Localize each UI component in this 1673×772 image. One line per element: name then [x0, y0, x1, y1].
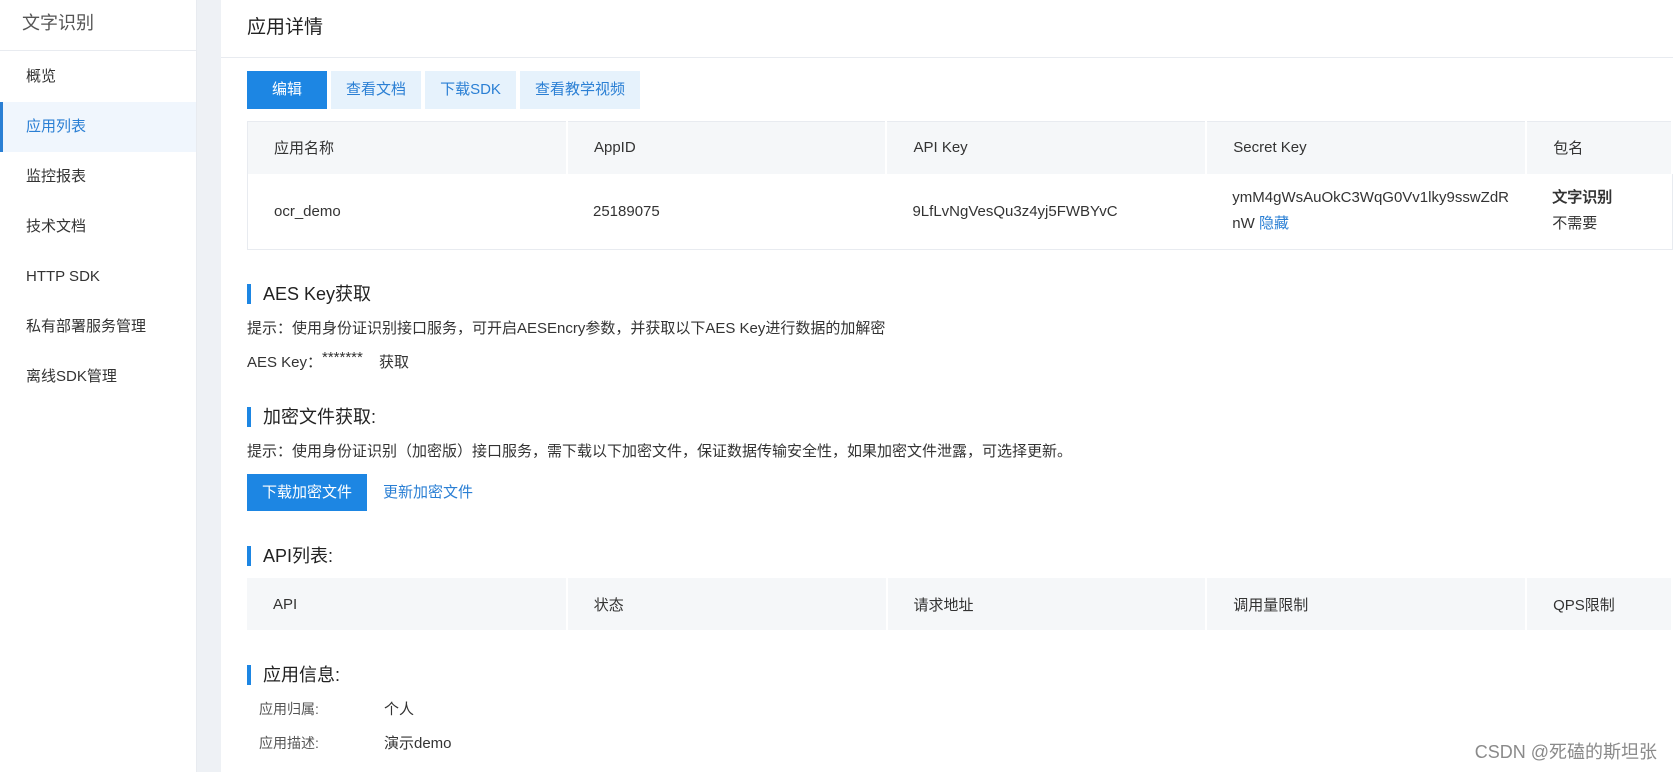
cell-api-key: 9LfLvNgVesQu3z4yj5FWBYvC	[912, 202, 1118, 220]
hide-secret-link[interactable]: 隐藏	[1259, 215, 1289, 232]
sidebar-item-monitor-report[interactable]: 监控报表	[0, 152, 196, 202]
sidebar-item-overview[interactable]: 概览	[0, 52, 196, 102]
package-name: 文字识别	[1552, 189, 1613, 207]
header-package-name: 包名	[1526, 121, 1673, 174]
cell-appid: 25189075	[592, 202, 660, 220]
owner-label: 应用归属:	[259, 701, 319, 717]
title-divider	[221, 57, 1673, 58]
sidebar-item-http-sdk[interactable]: HTTP SDK	[0, 252, 196, 302]
view-tutorial-video-button[interactable]: 查看教学视频	[520, 71, 640, 109]
table-header-row: 应用名称 AppID API Key Secret Key 包名	[247, 121, 1673, 174]
api-list-heading: API列表:	[247, 546, 333, 566]
main-content: 应用详情 编辑 查看文档 下载SDK 查看教学视频 应用名称 AppID API…	[221, 0, 1673, 772]
download-encrypt-file-button[interactable]: 下载加密文件	[247, 474, 367, 511]
sidebar-title: 文字识别	[22, 13, 94, 33]
header-api: API	[247, 578, 568, 630]
cell-package: 文字识别 不需要	[1526, 174, 1672, 250]
sidebar-item-offline-sdk[interactable]: 离线SDK管理	[0, 352, 196, 402]
sidebar-divider	[0, 50, 196, 51]
update-encrypt-file-link[interactable]: 更新加密文件	[383, 481, 473, 502]
aes-section-heading: AES Key获取	[247, 284, 371, 304]
sidebar-item-app-list[interactable]: 应用列表	[0, 102, 196, 152]
edit-button[interactable]: 编辑	[247, 71, 327, 109]
description-label: 应用描述:	[259, 735, 319, 751]
header-status: 状态	[566, 578, 888, 630]
cell-secret-key: ymM4gWsAuOkC3WqG0Vv1lky9sswZdR nW 隐藏	[1206, 174, 1526, 250]
sidebar: 文字识别 概览 应用列表 监控报表 技术文档 HTTP SDK 私有部署服务管理…	[0, 0, 197, 772]
aes-key-value: *******	[322, 349, 363, 366]
header-request-url: 请求地址	[886, 578, 1208, 630]
cell-app-name: ocr_demo	[274, 202, 341, 220]
page-title: 应用详情	[247, 17, 324, 38]
csdn-watermark: CSDN @死磕的斯坦张	[1474, 742, 1657, 762]
api-list-table: API 状态 请求地址 调用量限制 QPS限制	[247, 578, 1673, 630]
sidebar-item-tech-docs[interactable]: 技术文档	[0, 202, 196, 252]
aes-key-label: AES Key：	[247, 354, 323, 371]
encrypt-section-heading: 加密文件获取:	[247, 407, 376, 427]
app-info-heading: 应用信息:	[247, 665, 340, 685]
header-app-name: 应用名称	[247, 121, 568, 174]
package-value: 不需要	[1552, 215, 1598, 233]
table-row: ocr_demo 25189075 9LfLvNgVesQu3z4yj5FWBY…	[248, 174, 1673, 250]
description-value: 演示demo	[384, 735, 452, 752]
header-appid: AppID	[566, 121, 888, 174]
header-call-limit: 调用量限制	[1206, 578, 1528, 630]
header-api-key: API Key	[886, 121, 1208, 174]
aes-fetch-link[interactable]: 获取	[379, 351, 409, 372]
secret-key-line2: nW	[1232, 215, 1255, 233]
table-header-row: API 状态 请求地址 调用量限制 QPS限制	[247, 578, 1673, 630]
encrypt-hint: 提示：使用身份证识别（加密版）接口服务，需下载以下加密文件，保证数据传输安全性，…	[247, 443, 1073, 460]
layout-gutter	[197, 0, 221, 772]
owner-value: 个人	[384, 701, 415, 718]
view-docs-button[interactable]: 查看文档	[331, 71, 421, 109]
download-sdk-button[interactable]: 下载SDK	[425, 71, 516, 109]
secret-key-line1: ymM4gWsAuOkC3WqG0Vv1lky9sswZdR	[1232, 189, 1509, 207]
aes-hint: 提示：使用身份证识别接口服务，可开启AESEncry参数，并获取以下AES Ke…	[247, 320, 886, 337]
header-qps-limit: QPS限制	[1526, 578, 1673, 630]
sidebar-item-private-deploy[interactable]: 私有部署服务管理	[0, 302, 196, 352]
header-secret-key: Secret Key	[1206, 121, 1528, 174]
app-info-table: 应用名称 AppID API Key Secret Key 包名 ocr_dem…	[247, 121, 1673, 250]
